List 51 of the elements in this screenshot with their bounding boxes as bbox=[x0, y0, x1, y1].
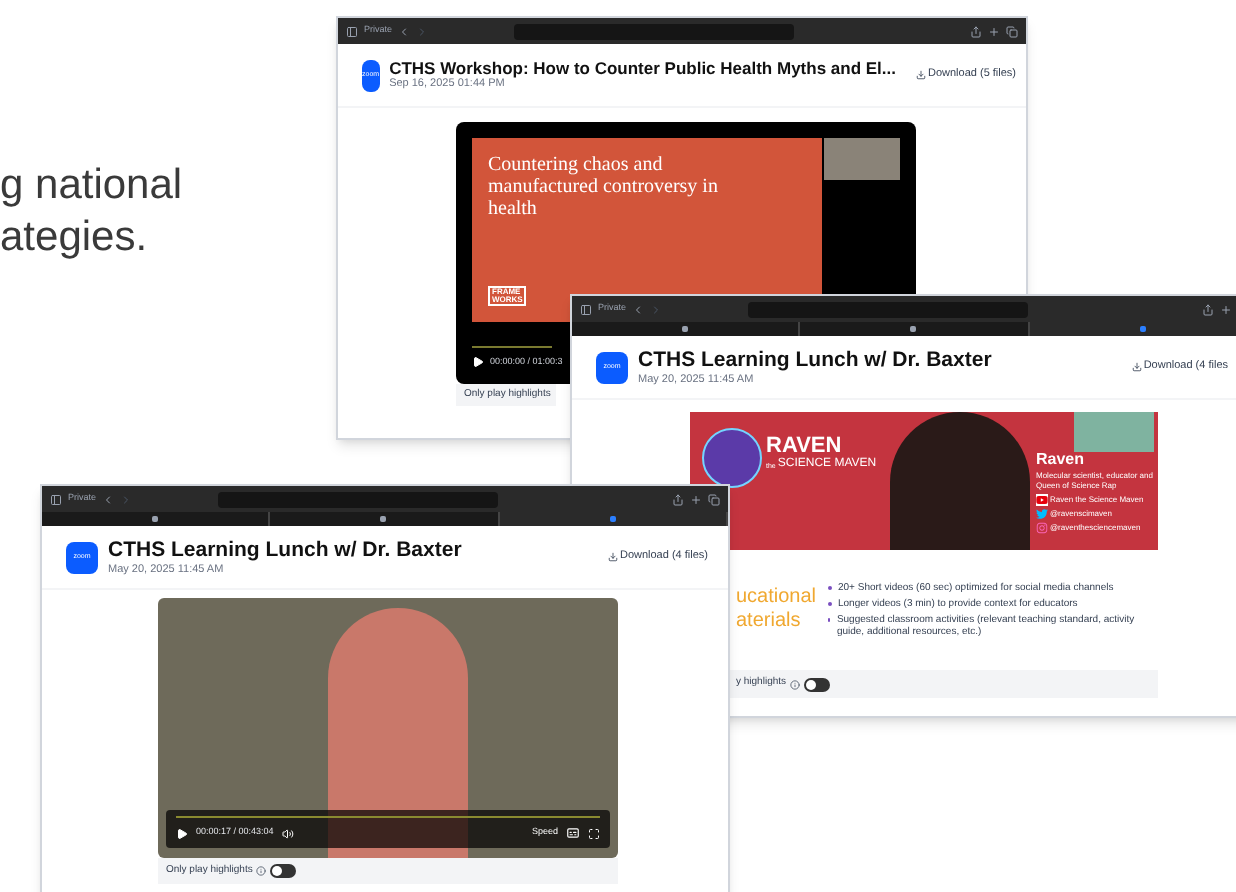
camera-icon bbox=[1036, 522, 1048, 534]
forward-icon[interactable] bbox=[416, 25, 429, 37]
highlights-toggle[interactable] bbox=[804, 677, 831, 691]
favicon-icon bbox=[380, 516, 387, 522]
materials-heading: aterials bbox=[736, 610, 803, 635]
sidebar-icon[interactable] bbox=[50, 493, 62, 505]
recording-title: CTHS Learning Lunch w/ Dr. Baxter bbox=[638, 347, 992, 374]
recording-title: CTHS Workshop: How to Counter Public Health Myths and El... bbox=[389, 57, 896, 78]
forward-icon[interactable] bbox=[120, 493, 133, 505]
back-icon[interactable] bbox=[102, 493, 115, 505]
forward-icon[interactable] bbox=[650, 303, 663, 315]
play-icon[interactable] bbox=[472, 356, 484, 368]
info-icon[interactable] bbox=[256, 866, 267, 876]
favicon-icon bbox=[152, 516, 159, 522]
download-icon bbox=[607, 552, 618, 562]
share-icon[interactable] bbox=[1202, 303, 1214, 315]
recording-title: CTHS Learning Lunch w/ Dr. Baxter bbox=[108, 537, 462, 564]
sidebar-icon[interactable] bbox=[580, 303, 592, 315]
plus-icon[interactable] bbox=[690, 493, 702, 505]
captions-icon[interactable] bbox=[566, 826, 580, 840]
favicon-icon bbox=[910, 326, 917, 332]
plus-icon[interactable] bbox=[988, 25, 1000, 37]
play-icon[interactable] bbox=[176, 827, 188, 839]
person-silhouette bbox=[890, 412, 1030, 550]
favicon-icon bbox=[609, 516, 616, 522]
planet-logo-icon bbox=[702, 428, 762, 488]
highlights-toggle[interactable] bbox=[270, 864, 297, 878]
download-icon bbox=[1131, 362, 1142, 372]
slide-text: ategies. bbox=[0, 212, 150, 265]
volume-icon[interactable] bbox=[281, 827, 294, 839]
photo-placeholder bbox=[1074, 412, 1154, 452]
info-icon[interactable] bbox=[790, 679, 801, 689]
back-icon[interactable] bbox=[632, 303, 645, 315]
presenter-name: Raven bbox=[1036, 452, 1087, 468]
video-play-icon bbox=[1036, 494, 1048, 506]
download-icon bbox=[916, 70, 926, 80]
slide-heading: Countering chaos and manufactured controversy in health bbox=[488, 154, 720, 220]
slide-text: g national bbox=[0, 160, 183, 212]
plus-icon[interactable] bbox=[1220, 303, 1232, 315]
brand-name: RAVEN bbox=[766, 436, 842, 458]
favicon-icon bbox=[1139, 326, 1146, 332]
tabs-icon[interactable] bbox=[1006, 25, 1018, 37]
share-icon[interactable] bbox=[970, 25, 982, 37]
favicon-icon bbox=[682, 326, 689, 332]
tabs-icon[interactable] bbox=[708, 493, 720, 505]
back-icon[interactable] bbox=[398, 25, 411, 37]
share-icon[interactable] bbox=[672, 493, 684, 505]
photo-placeholder bbox=[824, 138, 900, 180]
materials-heading: ucational bbox=[736, 585, 816, 610]
sidebar-icon[interactable] bbox=[346, 25, 358, 37]
bird-icon bbox=[1036, 508, 1048, 520]
